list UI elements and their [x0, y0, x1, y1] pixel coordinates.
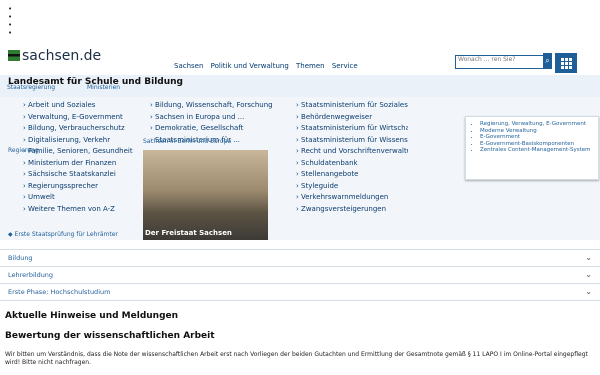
article-heading: Bewertung der wissenschaftlichen Arbeit [5, 331, 215, 341]
nav-item-sachsen[interactable]: Sachsen [174, 62, 203, 70]
exam-link[interactable]: ◆ Erste Staatsprüfung für Lehrämter [8, 231, 118, 238]
menu-item[interactable]: › Familie, Senioren, Gesundheit [23, 147, 137, 159]
main-nav: Sachsen Politik und Verwaltung Themen Se… [174, 62, 363, 70]
accordion-bildung[interactable]: Bildung ⌄ [0, 249, 600, 267]
menu-item[interactable]: › Verkehrswarnmeldungen [296, 193, 408, 205]
site-logo[interactable]: sachsen.de [8, 48, 101, 64]
related-link[interactable]: Regierung, Verwaltung, E-Government [480, 121, 598, 128]
chevron-down-icon: ⌄ [585, 270, 592, 279]
menu-item[interactable]: › Demokratie, Gesellschaft [150, 124, 285, 136]
menu-column-1: › Arbeit und Soziales › Verwaltung, E-Go… [23, 101, 137, 216]
app-grid-icon[interactable] [555, 53, 577, 73]
menu-item[interactable]: › Stellenangebote [296, 170, 408, 182]
tab-ministerien[interactable]: Ministerien [87, 84, 120, 91]
regierung-label[interactable]: Regierung [8, 147, 39, 154]
menu-item[interactable]: › Bildung, Verbraucherschutz [23, 124, 137, 136]
menu-column-3: › Staatsministerium für Soziales › Behör… [296, 101, 408, 216]
photo-freistaat[interactable]: Der Freistaat Sachsen [143, 150, 268, 240]
menu-item[interactable]: › Recht und Vorschriftenverwaltung [296, 147, 408, 159]
related-links-box: Regierung, Verwaltung, E-Government Mode… [465, 116, 599, 180]
berlin-label[interactable]: Sachsen in Berlin und Europa [143, 138, 231, 145]
menu-item[interactable]: › Sachsen in Europa und ... [150, 113, 285, 125]
photo-caption: Der Freistaat Sachsen [145, 229, 232, 237]
menu-item[interactable]: › Verwaltung, E-Government [23, 113, 137, 125]
chevron-down-icon: ⌄ [585, 253, 592, 262]
accordion-lehrerbildung[interactable]: Lehrerbildung ⌄ [0, 266, 600, 284]
related-link[interactable]: Zentrales Content-Management-System [480, 147, 598, 154]
menu-item[interactable]: › Digitalisierung, Verkehr [23, 136, 137, 148]
menu-item[interactable]: › Styleguide [296, 182, 408, 194]
menu-item[interactable]: › Staatsministerium für Wissenschaft [296, 136, 408, 148]
article-text: Wir bitten um Verständnis, dass die Note… [5, 351, 588, 366]
divider [0, 300, 600, 301]
search-icon[interactable]: ⌕ [543, 53, 552, 69]
nav-item-service[interactable]: Service [332, 62, 358, 70]
menu-item[interactable]: › Umwelt [23, 193, 137, 205]
nav-item-politik[interactable]: Politik und Verwaltung [211, 62, 289, 70]
chevron-down-icon: ⌄ [585, 287, 592, 296]
menu-item[interactable]: › Staatsministerium für Wirtschaft [296, 124, 408, 136]
nav-item-themen[interactable]: Themen [296, 62, 325, 70]
tab-staatsregierung[interactable]: Staatsregierung [7, 84, 55, 91]
menu-item[interactable]: › Zwangsversteigerungen [296, 205, 408, 217]
crest-icon [8, 50, 20, 61]
section-heading: Aktuelle Hinweise und Meldungen [5, 311, 179, 321]
menu-item[interactable]: › Schuldatenbank [296, 159, 408, 171]
menu-item[interactable]: › Regierungssprecher [23, 182, 137, 194]
menu-item[interactable]: › Staatsministerium für Soziales [296, 101, 408, 113]
menu-item[interactable]: › Behördenwegweiser [296, 113, 408, 125]
menu-item[interactable]: › Arbeit und Soziales [23, 101, 137, 113]
menu-item[interactable]: › Ministerium der Finanzen [23, 159, 137, 171]
menu-dots[interactable]: • • • • [8, 6, 12, 38]
mega-menu-tabs: Staatsregierung Ministerien [7, 84, 150, 91]
accordion-erste-phase[interactable]: Erste Phase: Hochschulstudium ⌄ [0, 283, 600, 301]
menu-item[interactable]: › Bildung, Wissenschaft, Forschung [150, 101, 285, 113]
menu-item[interactable]: › Weitere Themen von A-Z [23, 205, 137, 217]
search-input[interactable]: Wonach ... ren Sie? [455, 55, 545, 69]
menu-item[interactable]: › Sächsische Staatskanzlei [23, 170, 137, 182]
